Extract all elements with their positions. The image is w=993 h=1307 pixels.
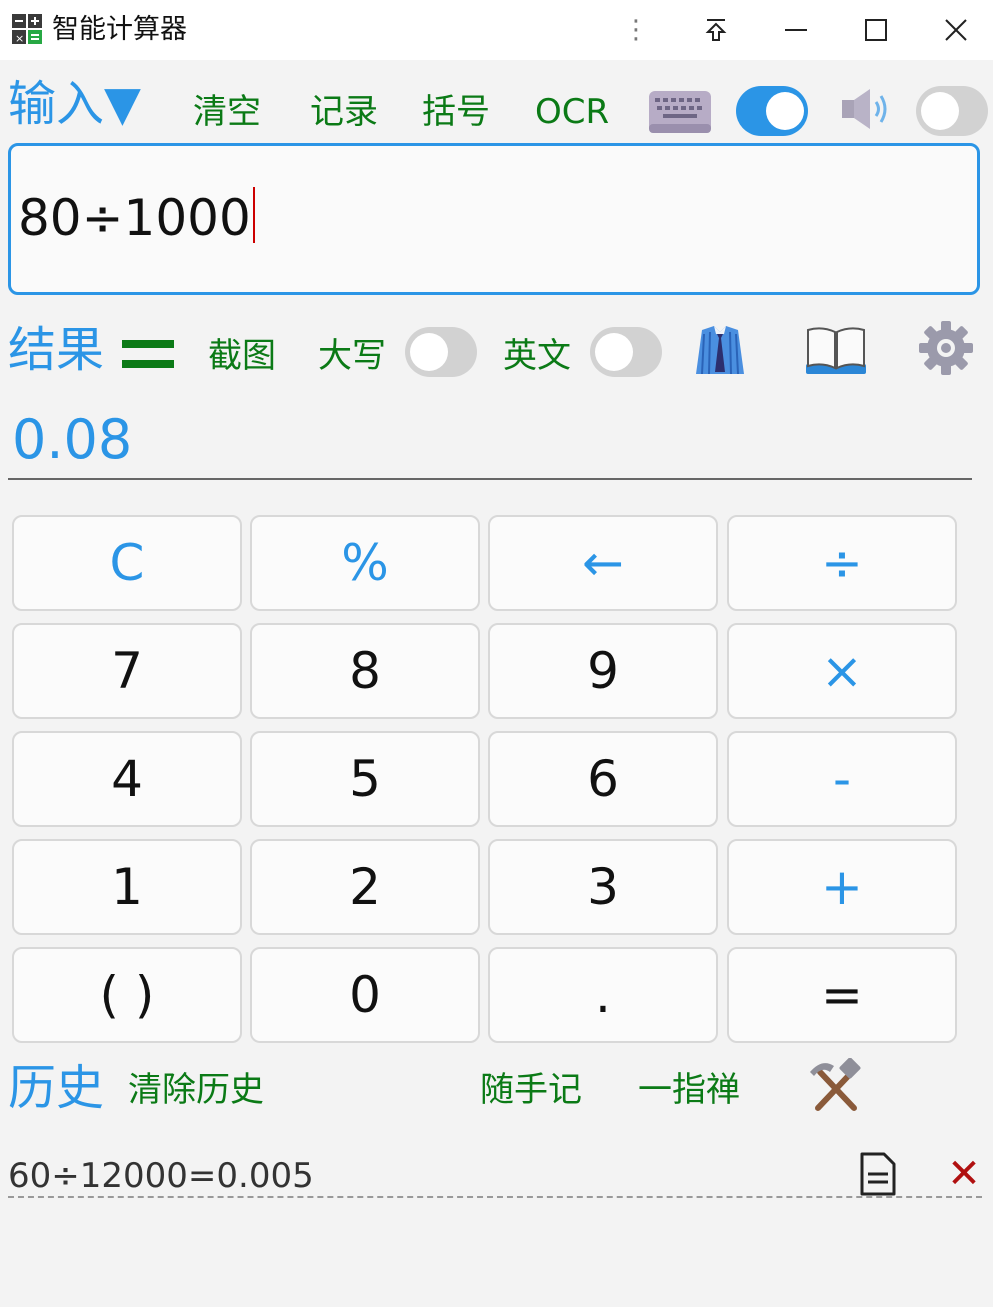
digit-8-key[interactable]: 8 bbox=[250, 623, 480, 719]
input-mode-dropdown[interactable]: 输入▼ bbox=[8, 72, 141, 136]
copy-document-icon[interactable] bbox=[858, 1150, 898, 1198]
pin-on-top-icon[interactable] bbox=[686, 0, 746, 60]
history-divider bbox=[8, 1196, 982, 1198]
calculator-app-icon: × bbox=[12, 14, 42, 44]
minus-key[interactable]: - bbox=[727, 731, 957, 827]
result-underline bbox=[8, 478, 972, 480]
clear-button[interactable]: 清空 bbox=[193, 88, 261, 136]
uppercase-toggle[interactable] bbox=[405, 327, 477, 377]
digit-2-key[interactable]: 2 bbox=[250, 839, 480, 935]
digit-0-key[interactable]: 0 bbox=[250, 947, 480, 1043]
close-button[interactable] bbox=[926, 0, 986, 60]
more-options-icon[interactable]: ⋮ bbox=[606, 0, 666, 60]
maximize-button[interactable] bbox=[846, 0, 906, 60]
svg-text:×: × bbox=[15, 32, 24, 44]
equals-key[interactable]: = bbox=[727, 947, 957, 1043]
memo-button[interactable]: 随手记 bbox=[480, 1066, 582, 1114]
window-title: 智能计算器 bbox=[52, 14, 187, 45]
ocr-button[interactable]: OCR bbox=[535, 88, 609, 136]
plus-key[interactable]: + bbox=[727, 839, 957, 935]
equals-icon[interactable] bbox=[122, 338, 174, 370]
book-icon[interactable] bbox=[804, 326, 868, 376]
clear-key[interactable]: C bbox=[12, 515, 242, 611]
minimize-button[interactable] bbox=[766, 0, 826, 60]
result-value: 0.08 bbox=[12, 408, 133, 471]
english-toggle[interactable] bbox=[590, 327, 662, 377]
toggle-knob bbox=[410, 333, 448, 371]
keyboard-toggle[interactable] bbox=[736, 86, 808, 136]
screenshot-button[interactable]: 截图 bbox=[208, 332, 276, 380]
multiply-key[interactable]: × bbox=[727, 623, 957, 719]
hammer-pick-icon[interactable] bbox=[808, 1058, 864, 1114]
toggle-knob bbox=[595, 333, 633, 371]
expression-input[interactable]: 80÷1000 bbox=[8, 143, 980, 295]
digit-7-key[interactable]: 7 bbox=[12, 623, 242, 719]
gear-icon[interactable] bbox=[918, 320, 974, 376]
digit-5-key[interactable]: 5 bbox=[250, 731, 480, 827]
english-label: 英文 bbox=[503, 336, 571, 376]
history-entry[interactable]: 60÷12000=0.005 bbox=[8, 1154, 314, 1198]
digit-4-key[interactable]: 4 bbox=[12, 731, 242, 827]
digit-1-key[interactable]: 1 bbox=[12, 839, 242, 935]
delete-entry-icon[interactable]: ✕ bbox=[944, 1152, 984, 1196]
expression-value: 80÷1000 bbox=[18, 189, 251, 247]
parentheses-key[interactable]: ( ) bbox=[12, 947, 242, 1043]
decimal-key[interactable]: . bbox=[488, 947, 718, 1043]
result-label: 结果 bbox=[8, 322, 105, 378]
toggle-knob bbox=[766, 92, 804, 130]
divide-key[interactable]: ÷ bbox=[727, 515, 957, 611]
clear-history-button[interactable]: 清除历史 bbox=[128, 1066, 264, 1114]
digit-3-key[interactable]: 3 bbox=[488, 839, 718, 935]
digit-9-key[interactable]: 9 bbox=[488, 623, 718, 719]
voice-toggle[interactable] bbox=[916, 86, 988, 136]
text-caret bbox=[252, 187, 255, 243]
history-label: 历史 bbox=[8, 1060, 105, 1116]
digit-6-key[interactable]: 6 bbox=[488, 731, 718, 827]
bracket-button[interactable]: 括号 bbox=[422, 88, 490, 136]
keyboard-icon[interactable] bbox=[648, 90, 712, 134]
uppercase-label: 大写 bbox=[318, 336, 386, 376]
record-button[interactable]: 记录 bbox=[310, 88, 378, 136]
toggle-knob bbox=[921, 92, 959, 130]
shirt-tie-icon[interactable] bbox=[694, 324, 746, 376]
percent-key[interactable]: % bbox=[250, 515, 480, 611]
expression-text: 80÷1000 bbox=[18, 182, 255, 254]
one-finger-zen-button[interactable]: 一指禅 bbox=[638, 1066, 740, 1114]
backspace-key[interactable]: ← bbox=[488, 515, 718, 611]
speaker-icon bbox=[842, 89, 887, 129]
